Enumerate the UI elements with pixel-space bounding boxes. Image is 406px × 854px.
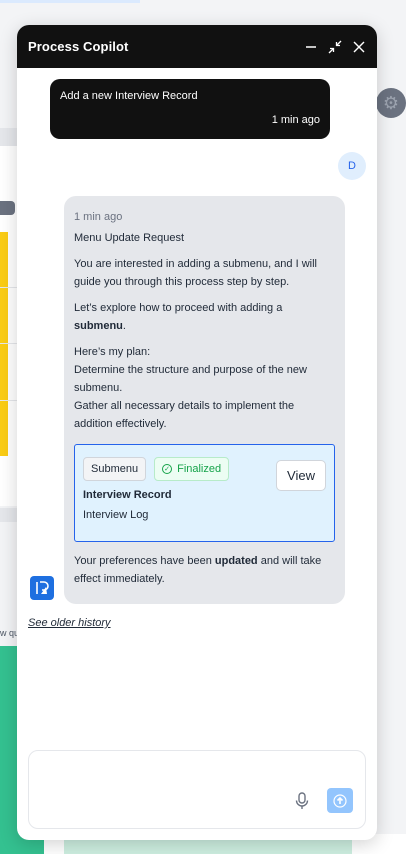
microphone-icon[interactable] <box>294 792 310 810</box>
footer-prefix: Your preferences have been <box>74 555 212 567</box>
chat-area[interactable]: Add a new Interview Record 1 min ago D 1… <box>17 68 377 748</box>
plan-step-1: Determine the structure and purpose of t… <box>74 364 307 394</box>
view-button[interactable]: View <box>276 460 326 491</box>
assistant-explore-text: Let’s explore how to proceed with adding… <box>74 299 335 335</box>
copilot-panel: Process Copilot Add a new Interview Reco… <box>17 25 377 840</box>
message-input[interactable] <box>39 759 289 789</box>
footer-bold: updated <box>214 555 258 567</box>
explore-bold: submenu <box>74 320 123 332</box>
assistant-message: 1 min ago Menu Update Request You are in… <box>64 196 345 604</box>
type-tag: Submenu <box>83 457 147 481</box>
send-button[interactable] <box>327 788 353 813</box>
background-row-divider <box>0 400 18 401</box>
plan-heading: Here’s my plan: <box>74 346 151 358</box>
background-row-divider <box>0 287 18 288</box>
background-pill <box>0 201 15 215</box>
status-badge: ✓ Finalized <box>154 457 230 481</box>
user-message: Add a new Interview Record 1 min ago <box>50 79 330 139</box>
see-older-history-link[interactable]: See older history <box>28 617 111 629</box>
assistant-message-time: 1 min ago <box>74 211 123 223</box>
background-row-divider <box>0 343 18 344</box>
copilot-header: Process Copilot <box>17 25 377 68</box>
status-label: Finalized <box>177 463 222 475</box>
settings-gear-icon[interactable]: ⚙ <box>376 88 406 118</box>
minimize-icon[interactable] <box>304 40 318 54</box>
assistant-footer-text: Your preferences have been updated and w… <box>74 552 335 588</box>
close-icon[interactable] <box>352 40 366 54</box>
background-highlight-bar <box>0 232 8 456</box>
check-circle-icon: ✓ <box>162 464 173 474</box>
background-topline <box>0 0 140 3</box>
copilot-title: Process Copilot <box>28 39 129 54</box>
submenu-card: Submenu ✓ Finalized View Interview Recor… <box>74 444 335 542</box>
assistant-intro-text: You are interested in adding a submenu, … <box>74 258 317 288</box>
user-message-time: 1 min ago <box>271 114 320 126</box>
user-avatar: D <box>338 152 366 180</box>
assistant-avatar-icon <box>30 576 54 600</box>
collapse-icon[interactable] <box>328 40 342 54</box>
header-actions <box>304 40 366 54</box>
assistant-message-heading: Menu Update Request <box>74 232 185 244</box>
user-message-text: Add a new Interview Record <box>60 90 198 102</box>
background-bottom-green <box>64 840 352 854</box>
plan-step-2: Gather all necessary details to implemen… <box>74 400 295 430</box>
explore-prefix: Let’s explore how to proceed with adding… <box>74 302 283 314</box>
explore-suffix: . <box>122 320 126 332</box>
message-composer <box>28 750 366 829</box>
card-subtitle: Interview Log <box>83 509 149 521</box>
